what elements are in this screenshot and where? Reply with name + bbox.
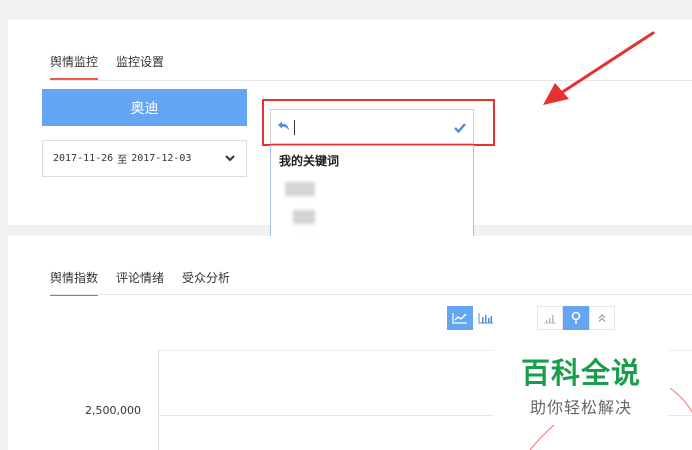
toolbar-gap <box>499 306 537 330</box>
tab-monitor-settings[interactable]: 监控设置 <box>116 53 164 80</box>
double-chevron-up-icon <box>598 314 606 322</box>
chart-toolbar <box>447 306 615 330</box>
brand-button[interactable]: 奥迪 <box>42 89 247 126</box>
line-chart-button[interactable] <box>447 306 473 330</box>
chevron-down-icon <box>225 155 235 162</box>
location-pin-button[interactable] <box>563 306 589 330</box>
date-start: 2017-11-26 <box>53 153 114 164</box>
annotation-arrow-icon <box>543 31 655 105</box>
watermark-logo: 百科全说 助你轻松解决 <box>494 345 668 425</box>
collapse-button[interactable] <box>589 306 615 330</box>
date-separator: 至 <box>117 155 128 166</box>
y-axis-tick-label: 2,500,000 <box>85 404 141 417</box>
blurred-keyword <box>293 210 315 224</box>
bar-chart-icon <box>478 313 493 324</box>
keyword-item-2[interactable] <box>281 210 321 228</box>
tab-sentiment-index[interactable]: 舆情指数 <box>50 269 99 296</box>
date-range-picker[interactable]: 2017-11-26 至 2017-12-03 <box>42 140 247 177</box>
tab-comment-emotion[interactable]: 评论情绪 <box>116 269 164 296</box>
keyword-list-header: 我的关键词 <box>279 154 340 168</box>
tab-sentiment-monitor[interactable]: 舆情监控 <box>50 53 99 80</box>
bottom-tab-bar: 舆情指数 评论情绪 受众分析 <box>50 269 248 296</box>
highlight-frame <box>262 99 495 146</box>
keyword-item-1[interactable] <box>281 182 321 200</box>
top-tab-bar: 舆情监控 监控设置 <box>50 53 182 80</box>
line-chart-icon <box>452 313 467 324</box>
tab-audience-analysis[interactable]: 受众分析 <box>182 269 230 296</box>
watermark-subtitle: 助你轻松解决 <box>529 398 632 417</box>
bar-chart-button[interactable] <box>473 306 499 330</box>
trend-bar-button[interactable] <box>537 306 563 330</box>
watermark-title: 百科全说 <box>520 356 641 390</box>
location-pin-icon <box>571 311 581 324</box>
trend-bar-icon <box>544 315 556 324</box>
bottom-tab-divider <box>50 294 692 295</box>
date-end: 2017-12-03 <box>131 153 192 164</box>
blurred-keyword <box>285 182 315 196</box>
